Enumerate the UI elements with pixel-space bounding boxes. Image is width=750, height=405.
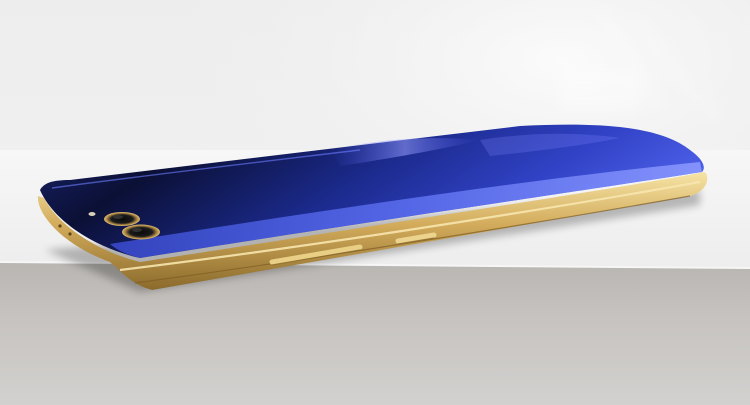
photo-canvas [0, 0, 750, 405]
table-front [0, 262, 750, 405]
photo-scene [0, 0, 750, 405]
microphone-hole-2 [68, 232, 72, 236]
camera-lens-2 [122, 224, 160, 240]
camera-lens-1 [104, 212, 140, 226]
flash-icon [88, 212, 96, 216]
microphone-hole [58, 224, 62, 228]
